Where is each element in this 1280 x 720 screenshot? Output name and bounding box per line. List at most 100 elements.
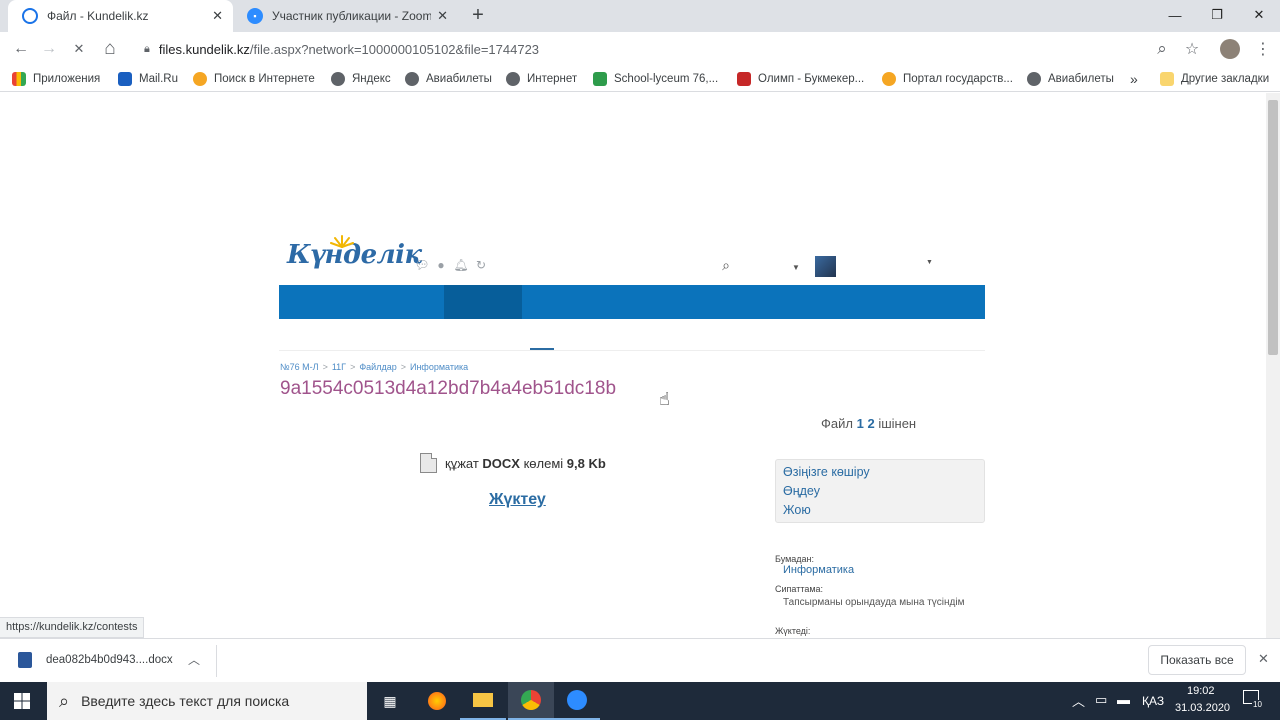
- show-all-downloads-button[interactable]: Показать все: [1148, 645, 1246, 675]
- clock-time[interactable]: 19:02: [1187, 685, 1215, 697]
- bookmark-item[interactable]: Яндекс: [331, 70, 391, 88]
- download-link[interactable]: Жүктеу: [489, 491, 546, 509]
- site-search-icon[interactable]: ⌕: [719, 257, 733, 273]
- task-view-icon[interactable]: ▦: [367, 682, 413, 720]
- delete-link[interactable]: Жою: [783, 502, 977, 521]
- page-title: 9a1554c0513d4a12bd7b4a4eb51dc18b: [280, 378, 617, 399]
- subnav-active-indicator: [530, 348, 554, 350]
- maximize-button[interactable]: ❐: [1194, 0, 1240, 30]
- description-text: Тапсырманы орындауда мына түсіндім: [783, 597, 965, 608]
- bell-icon[interactable]: 🔔︎: [453, 258, 468, 272]
- bookmark-item[interactable]: Портал государств...: [882, 70, 1013, 88]
- globe-icon: [506, 72, 520, 86]
- breadcrumb-folder[interactable]: Информатика: [410, 362, 468, 372]
- folder-link[interactable]: Информатика: [783, 564, 854, 576]
- search-icon: ⌕: [59, 690, 70, 711]
- tab-zoom[interactable]: ▪ Участник публикации - Zoom ✕: [233, 0, 458, 32]
- bookmark-item[interactable]: Приложения: [12, 70, 100, 88]
- input-language[interactable]: ҚАЗ: [1142, 694, 1164, 708]
- file-counter: Файл 1 2 ішінен: [821, 416, 917, 431]
- minimize-button[interactable]: —: [1152, 0, 1198, 30]
- copy-to-self-link[interactable]: Өзіңізге көшіру: [783, 464, 977, 483]
- profile-avatar[interactable]: [1220, 39, 1240, 59]
- tab-strip: Файл - Kundelik.kz ✕ ▪ Участник публикац…: [0, 0, 1280, 32]
- file-explorer-icon[interactable]: [460, 682, 506, 720]
- chrome-menu-button[interactable]: ⋮: [1252, 38, 1274, 60]
- zoom-icon[interactable]: [554, 682, 600, 720]
- bookmark-star-icon[interactable]: ☆: [1181, 38, 1203, 60]
- folder-label: Бумадан:: [775, 554, 815, 564]
- user-avatar[interactable]: [815, 256, 836, 277]
- breadcrumb-files[interactable]: Файлдар: [359, 362, 396, 372]
- lock-icon: 🔒︎: [144, 42, 150, 55]
- bookmark-item[interactable]: Поиск в Интернете: [193, 70, 315, 88]
- refresh-icon[interactable]: ↻: [474, 258, 488, 272]
- url-host: files.kundelik.kz: [158, 41, 250, 57]
- taskbar-search-box[interactable]: ⌕ Введите здесь текст для поиска: [47, 682, 367, 720]
- search-dropdown-icon[interactable]: ▼: [792, 263, 800, 272]
- file-total[interactable]: 2: [867, 416, 874, 431]
- tab-kundelik[interactable]: Файл - Kundelik.kz ✕: [8, 0, 233, 32]
- document-info: құжат DOCX көлемі 9,8 Kb: [420, 453, 606, 473]
- bookmark-item[interactable]: School-lyceum 76,...: [593, 70, 718, 88]
- bookmark-item[interactable]: Интернет: [506, 70, 577, 88]
- back-button[interactable]: ←: [10, 38, 32, 60]
- stop-loading-button[interactable]: ✕: [68, 38, 90, 60]
- close-window-button[interactable]: ✕: [1236, 0, 1280, 30]
- word-doc-icon: [18, 652, 32, 668]
- doc-type: DOCX: [482, 455, 520, 471]
- tab-close-icon[interactable]: ✕: [437, 8, 448, 24]
- mouse-cursor-icon: ☝︎: [659, 389, 670, 409]
- download-options-chevron-icon[interactable]: ︿: [188, 651, 200, 668]
- notification-count-badge: 10: [1252, 700, 1263, 709]
- new-tab-button[interactable]: +: [468, 4, 488, 26]
- breadcrumb-school[interactable]: №76 М-Л: [280, 362, 319, 372]
- taskbar-search-placeholder: Введите здесь текст для поиска: [81, 693, 290, 709]
- download-item-name[interactable]: dea082b4b0d943....docx: [46, 654, 173, 666]
- breadcrumb-class[interactable]: 11Г: [332, 362, 346, 372]
- tab-close-icon[interactable]: ✕: [212, 8, 223, 24]
- search-icon[interactable]: ⌕: [1151, 38, 1173, 60]
- network-icon[interactable]: ▭: [1095, 692, 1107, 708]
- bookmark-item[interactable]: Mail.Ru: [118, 70, 178, 88]
- address-bar[interactable]: 🔒︎ files.kundelik.kz/file.aspx?network=1…: [134, 37, 1212, 61]
- school-icon: [593, 72, 607, 86]
- bookmark-item[interactable]: Олимп - Букмекер...: [737, 70, 864, 88]
- tab-title: Участник публикации - Zoom: [272, 9, 432, 23]
- kundelik-logo[interactable]: Күнделік: [287, 240, 422, 270]
- file-current[interactable]: 1: [857, 416, 864, 431]
- globe-icon: [405, 72, 419, 86]
- user-menu-dropdown-icon[interactable]: ▼: [926, 259, 933, 266]
- profile-icon[interactable]: ●: [434, 258, 448, 272]
- breadcrumb: №76 М-Л >11Г > Файлдар > Информатика: [280, 362, 469, 372]
- close-download-shelf-button[interactable]: ✕: [1258, 651, 1269, 667]
- description-label: Сипаттама:: [775, 584, 824, 594]
- bookmark-item[interactable]: Авиабилеты: [405, 70, 492, 88]
- tray-overflow-chevron-icon[interactable]: ︿: [1072, 691, 1085, 710]
- nav-active-item[interactable]: [444, 285, 522, 319]
- messages-icon[interactable]: 💬︎: [414, 258, 429, 272]
- page-content: [0, 93, 1266, 638]
- forward-button[interactable]: →: [38, 38, 60, 60]
- home-button[interactable]: ⌂: [99, 38, 121, 60]
- doc-size: 9,8 Kb: [566, 455, 606, 471]
- subnav-divider: [279, 350, 985, 351]
- mailru-icon: [118, 72, 132, 86]
- document-icon: [420, 453, 437, 473]
- globe-icon: [1027, 72, 1041, 86]
- bookmarks-overflow-button[interactable]: »: [1130, 70, 1138, 88]
- scrollbar-thumb[interactable]: [1268, 100, 1278, 355]
- status-bar-url: https://kundelik.kz/contests: [0, 617, 145, 638]
- other-bookmarks-folder[interactable]: Другие закладки: [1160, 70, 1269, 88]
- firefox-icon[interactable]: [414, 682, 460, 720]
- windows-start-icon[interactable]: [14, 693, 30, 709]
- battery-icon[interactable]: ▬: [1117, 692, 1130, 707]
- search-bookmark-icon: [193, 72, 207, 86]
- edit-link[interactable]: Өңдеу: [783, 483, 977, 502]
- main-nav-bar: [279, 285, 985, 319]
- clock-date[interactable]: 31.03.2020: [1175, 702, 1230, 714]
- bookmark-item[interactable]: Авиабилеты: [1027, 70, 1114, 88]
- logo-sun-icon: [330, 235, 354, 248]
- download-shelf-divider: [216, 645, 217, 677]
- chrome-icon[interactable]: [508, 682, 554, 720]
